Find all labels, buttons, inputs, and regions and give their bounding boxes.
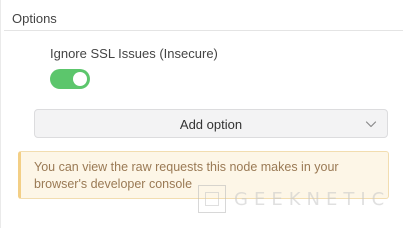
watermark: GEEKNETIC [198, 184, 390, 214]
section-divider [4, 30, 403, 31]
add-option-label: Add option [179, 117, 243, 132]
options-panel: Options Ignore SSL Issues (Insecure) Add… [0, 0, 403, 228]
left-border [0, 0, 1, 228]
add-option-dropdown[interactable]: Add option [34, 109, 388, 138]
ignore-ssl-toggle[interactable] [50, 69, 90, 89]
ignore-ssl-label: Ignore SSL Issues (Insecure) [50, 46, 218, 61]
toggle-knob [73, 72, 87, 86]
chevron-down-icon [365, 121, 377, 128]
section-title: Options [12, 11, 57, 26]
watermark-text: GEEKNETIC [234, 188, 391, 210]
watermark-logo-icon [198, 185, 226, 213]
